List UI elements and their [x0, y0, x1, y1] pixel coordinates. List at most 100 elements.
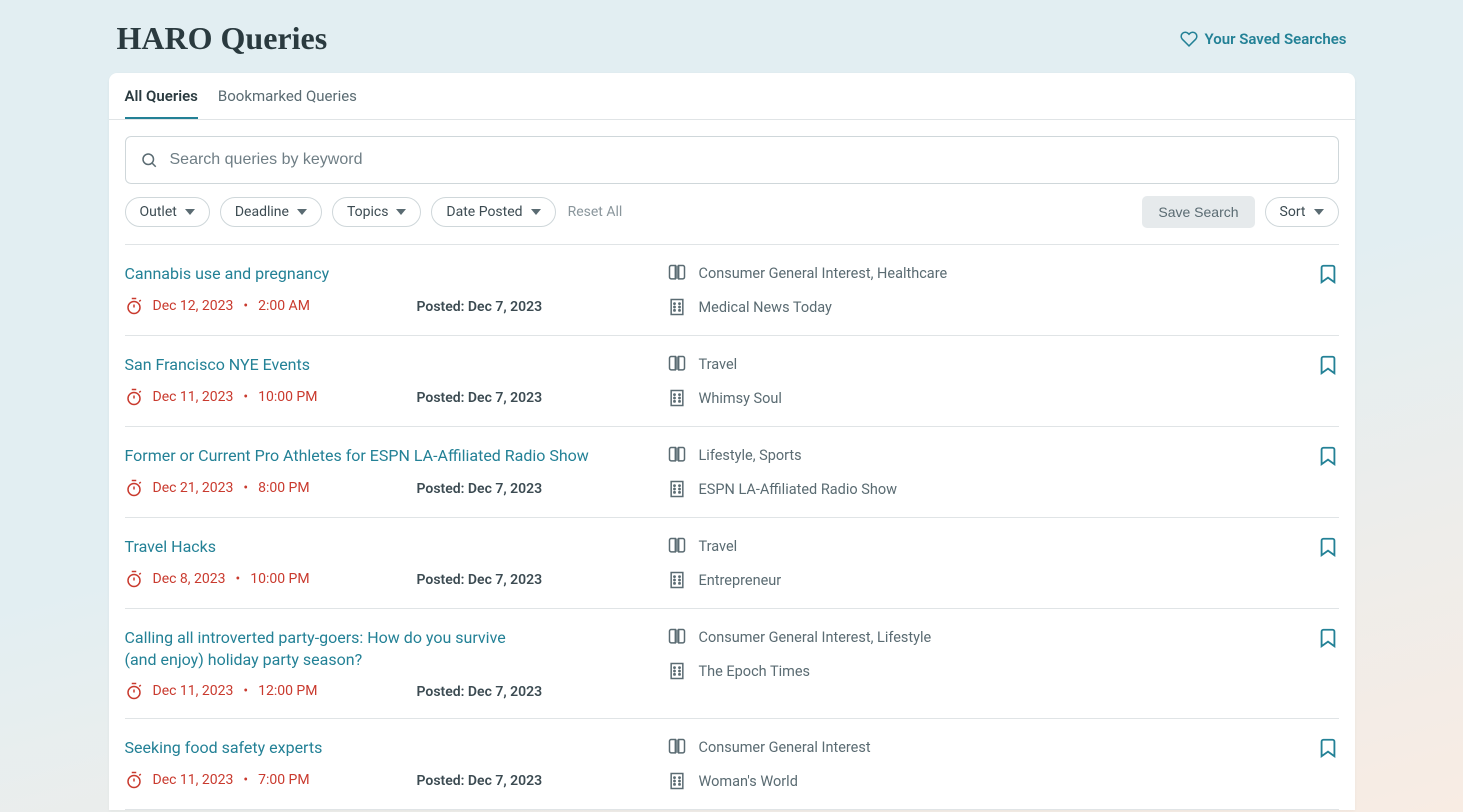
separator-dot: • [243, 389, 248, 405]
caret-down-icon [1314, 209, 1324, 215]
book-icon [667, 445, 687, 465]
building-icon [667, 570, 687, 590]
reset-all-link[interactable]: Reset All [568, 204, 623, 220]
outlet-line: ESPN LA-Affiliated Radio Show [667, 479, 897, 499]
deadline: Dec 8, 2023 • 10:00 PM [125, 570, 417, 588]
filter-topics[interactable]: Topics [332, 197, 421, 227]
query-title-link[interactable]: Seeking food safety experts [125, 737, 667, 759]
bookmark-icon[interactable] [1317, 263, 1339, 285]
query-row: Seeking food safety experts Dec 11, 2023… [125, 719, 1339, 810]
query-row: Travel Hacks Dec 8, 2023 • 10:00 PM Post… [125, 518, 1339, 609]
bookmark-icon[interactable] [1317, 445, 1339, 467]
filter-date-posted[interactable]: Date Posted [431, 197, 555, 227]
filter-outlet[interactable]: Outlet [125, 197, 210, 227]
topics-line: Lifestyle, Sports [667, 445, 897, 465]
posted-date: Posted: Dec 7, 2023 [417, 773, 667, 789]
query-title-link[interactable]: Calling all introverted party-goers: How… [125, 627, 540, 670]
bookmark-icon[interactable] [1317, 354, 1339, 376]
deadline-date: Dec 12, 2023 [153, 298, 234, 314]
query-title-link[interactable]: Travel Hacks [125, 536, 667, 558]
filter-deadline[interactable]: Deadline [220, 197, 322, 227]
building-icon [667, 771, 687, 791]
caret-down-icon [185, 209, 195, 215]
bookmark-icon[interactable] [1317, 627, 1339, 649]
topics-text: Consumer General Interest, Lifestyle [699, 629, 932, 646]
topics-text: Lifestyle, Sports [699, 447, 802, 464]
stopwatch-icon [125, 771, 143, 789]
separator-dot: • [243, 480, 248, 496]
topics-line: Travel [667, 536, 782, 556]
query-title-link[interactable]: Former or Current Pro Athletes for ESPN … [125, 445, 667, 467]
deadline-date: Dec 11, 2023 [153, 389, 234, 405]
outlet-line: Medical News Today [667, 297, 948, 317]
separator-dot: • [243, 298, 248, 314]
query-row: Calling all introverted party-goers: How… [125, 609, 1339, 719]
deadline-date: Dec 21, 2023 [153, 480, 234, 496]
deadline-time: 8:00 PM [258, 480, 310, 496]
filter-topics-label: Topics [347, 204, 388, 220]
outlet-text: ESPN LA-Affiliated Radio Show [699, 481, 897, 498]
query-row: San Francisco NYE Events Dec 11, 2023 • … [125, 336, 1339, 427]
filter-deadline-label: Deadline [235, 204, 289, 220]
building-icon [667, 388, 687, 408]
posted-date: Posted: Dec 7, 2023 [417, 481, 667, 497]
query-title-link[interactable]: San Francisco NYE Events [125, 354, 667, 376]
search-wrapper[interactable] [125, 136, 1339, 184]
outlet-text: The Epoch Times [699, 663, 811, 680]
bookmark-icon[interactable] [1317, 536, 1339, 558]
separator-dot: • [243, 772, 248, 788]
tabs-bar: All Queries Bookmarked Queries [109, 73, 1355, 120]
outlet-line: The Epoch Times [667, 661, 932, 681]
outlet-line: Whimsy Soul [667, 388, 782, 408]
topics-text: Consumer General Interest [699, 739, 871, 756]
filter-outlet-label: Outlet [140, 204, 177, 220]
separator-dot: • [235, 571, 240, 587]
sort-button[interactable]: Sort [1265, 197, 1339, 227]
query-title-link[interactable]: Cannabis use and pregnancy [125, 263, 667, 285]
bookmark-icon[interactable] [1317, 737, 1339, 759]
posted-date: Posted: Dec 7, 2023 [417, 572, 667, 588]
book-icon [667, 737, 687, 757]
book-icon [667, 354, 687, 374]
main-card: All Queries Bookmarked Queries Outlet De… [109, 73, 1355, 810]
deadline-date: Dec 11, 2023 [153, 683, 234, 699]
sort-label: Sort [1280, 204, 1306, 220]
topics-line: Consumer General Interest, Lifestyle [667, 627, 932, 647]
deadline-date: Dec 8, 2023 [153, 571, 226, 587]
tab-bookmarked-queries[interactable]: Bookmarked Queries [218, 73, 357, 119]
building-icon [667, 297, 687, 317]
deadline-time: 7:00 PM [258, 772, 310, 788]
search-input[interactable] [170, 151, 1324, 169]
query-row: Former or Current Pro Athletes for ESPN … [125, 427, 1339, 518]
outlet-line: Entrepreneur [667, 570, 782, 590]
outlet-line: Woman's World [667, 771, 871, 791]
save-search-button[interactable]: Save Search [1142, 196, 1254, 228]
tab-all-queries[interactable]: All Queries [125, 73, 198, 119]
caret-down-icon [297, 209, 307, 215]
search-icon [140, 151, 158, 169]
query-list: Cannabis use and pregnancy Dec 12, 2023 … [125, 244, 1339, 810]
deadline: Dec 21, 2023 • 8:00 PM [125, 479, 417, 497]
stopwatch-icon [125, 297, 143, 315]
outlet-text: Woman's World [699, 773, 798, 790]
deadline: Dec 11, 2023 • 7:00 PM [125, 771, 417, 789]
topics-text: Travel [699, 356, 738, 373]
deadline-date: Dec 11, 2023 [153, 772, 234, 788]
posted-date: Posted: Dec 7, 2023 [417, 390, 667, 406]
stopwatch-icon [125, 388, 143, 406]
heart-icon [1180, 30, 1198, 48]
posted-date: Posted: Dec 7, 2023 [417, 684, 667, 700]
posted-date: Posted: Dec 7, 2023 [417, 299, 667, 315]
saved-searches-link[interactable]: Your Saved Searches [1180, 30, 1346, 48]
outlet-text: Whimsy Soul [699, 390, 782, 407]
building-icon [667, 661, 687, 681]
topics-text: Consumer General Interest, Healthcare [699, 265, 948, 282]
deadline: Dec 11, 2023 • 10:00 PM [125, 388, 417, 406]
topics-text: Travel [699, 538, 738, 555]
deadline-time: 10:00 PM [258, 389, 317, 405]
stopwatch-icon [125, 682, 143, 700]
separator-dot: • [243, 683, 248, 699]
topics-line: Travel [667, 354, 782, 374]
page-title: HARO Queries [117, 20, 328, 57]
outlet-text: Medical News Today [699, 299, 832, 316]
